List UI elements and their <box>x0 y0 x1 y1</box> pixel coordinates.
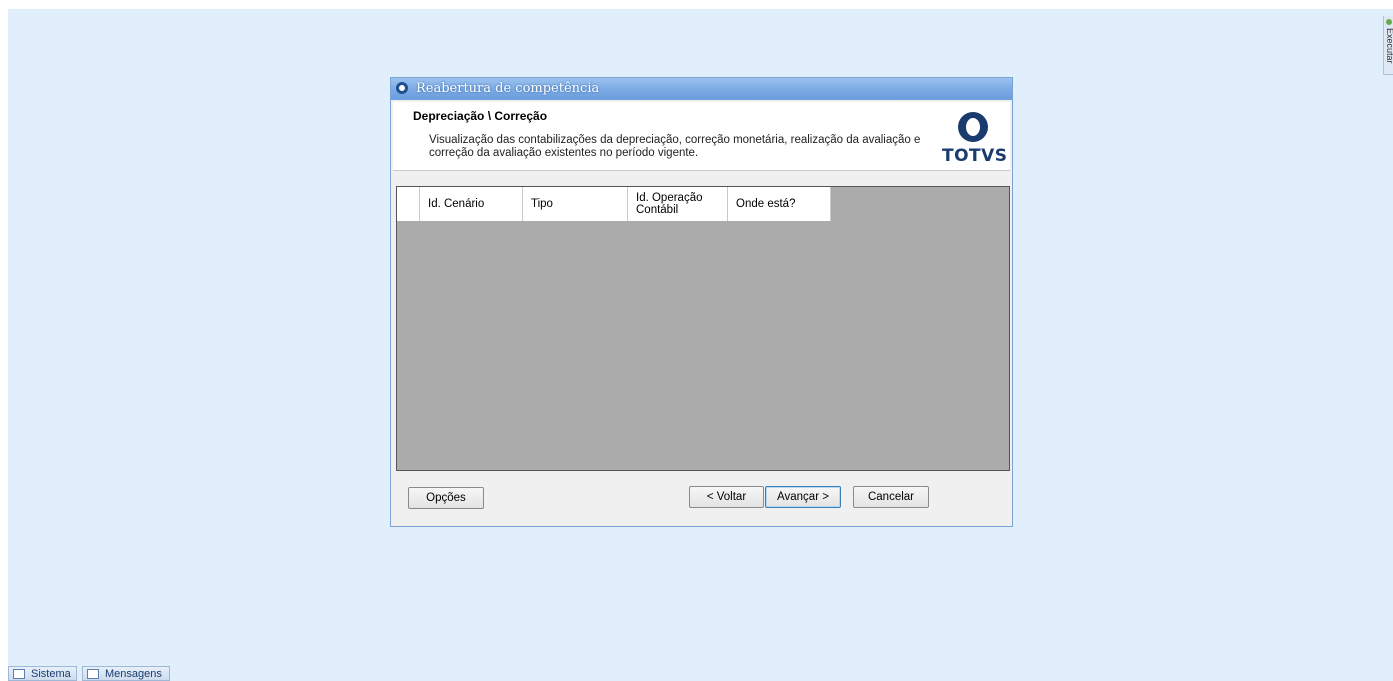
wizard-header: Depreciação \ Correção Visualização das … <box>393 102 1010 171</box>
column-header-onde-esta[interactable]: Onde está? <box>728 187 831 221</box>
cancel-button[interactable]: Cancelar <box>853 486 929 508</box>
column-header-id-operacao-contabil[interactable]: Id. Operação Contábil <box>628 187 728 221</box>
side-tab-label: Executar <box>1385 28 1393 64</box>
row-selector-header[interactable] <box>397 187 420 221</box>
column-header-tipo[interactable]: Tipo <box>523 187 628 221</box>
step-description: Visualização das contabilizações da depr… <box>429 134 921 159</box>
taskbar-sistema-label: Sistema <box>31 668 71 680</box>
taskbar-sistema[interactable]: Sistema <box>8 666 77 681</box>
document-icon <box>87 669 99 679</box>
column-header-id-cenario[interactable]: Id. Cenário <box>420 187 523 221</box>
logo-symbol-icon <box>958 112 988 142</box>
side-tab-executar[interactable]: Executar <box>1383 16 1393 75</box>
run-icon <box>1386 19 1392 25</box>
taskbar-mensagens-label: Mensagens <box>105 668 162 680</box>
monitor-icon <box>13 669 25 679</box>
grid-header: Id. Cenário Tipo Id. Operação Contábil O… <box>397 187 831 221</box>
dialog-title: Reabertura de competência <box>416 81 600 96</box>
accounting-entries-grid[interactable]: Id. Cenário Tipo Id. Operação Contábil O… <box>396 186 1010 471</box>
options-button[interactable]: Opções <box>408 487 484 509</box>
app-icon <box>396 82 408 94</box>
totvs-logo: TOTVS <box>941 110 1007 166</box>
taskbar-mensagens[interactable]: Mensagens <box>82 666 170 681</box>
step-heading: Depreciação \ Correção <box>413 109 548 123</box>
reopen-period-dialog: Reabertura de competência Depreciação \ … <box>390 77 1013 527</box>
logo-text: TOTVS <box>942 146 1008 166</box>
back-button[interactable]: < Voltar <box>689 486 764 508</box>
dialog-titlebar[interactable]: Reabertura de competência <box>391 78 1012 100</box>
next-button[interactable]: Avançar > <box>765 486 841 508</box>
